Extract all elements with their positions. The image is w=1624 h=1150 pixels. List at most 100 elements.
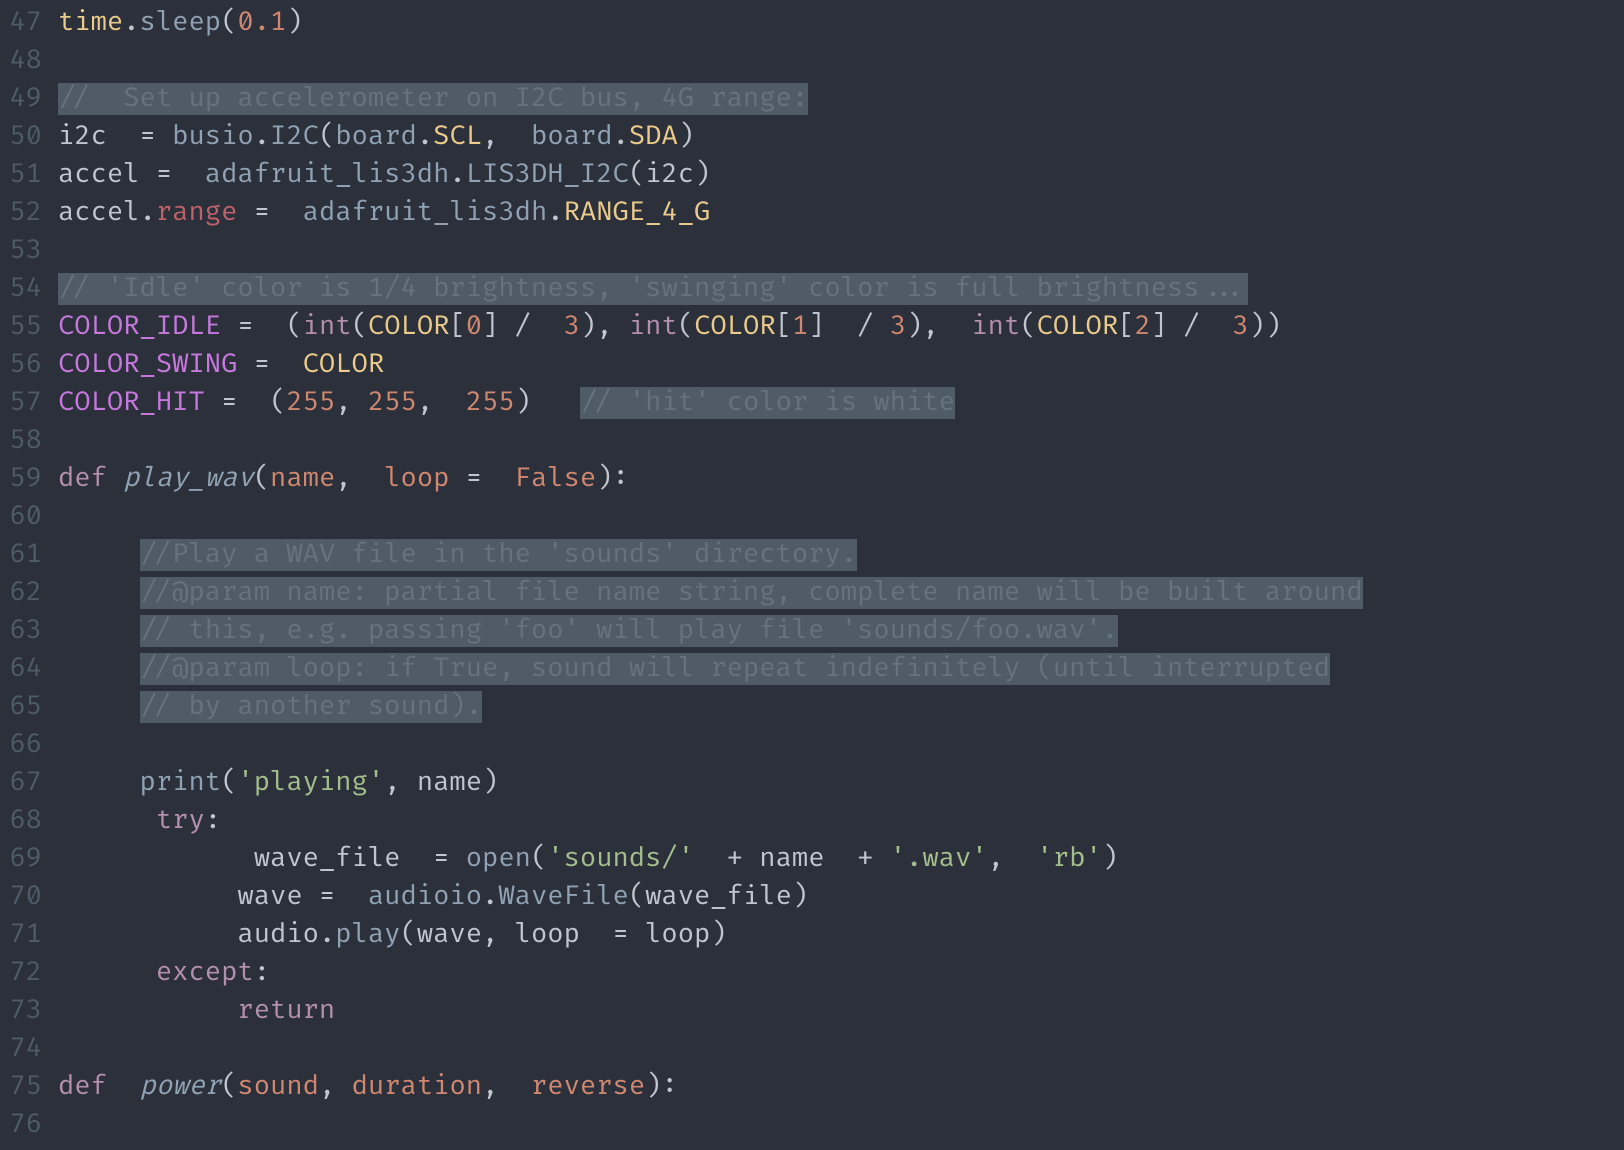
- code-token: 255: [368, 387, 417, 419]
- code-token: [107, 1071, 140, 1103]
- line-number: 47: [0, 4, 48, 42]
- code-token: accel: [58, 159, 140, 191]
- code-token: 0: [466, 311, 482, 343]
- line-number: 74: [0, 1030, 48, 1068]
- line-number: 62: [0, 574, 48, 612]
- code-line[interactable]: [58, 42, 1624, 80]
- code-token: 3: [564, 311, 580, 343]
- code-line[interactable]: i2c = busio.I2C(board.SCL, board.SDA): [58, 118, 1624, 156]
- code-line[interactable]: [58, 422, 1624, 460]
- code-token: 0.1: [237, 7, 286, 39]
- code-token: ,: [988, 843, 1037, 875]
- code-token: ,: [482, 121, 531, 153]
- code-token: range: [156, 197, 238, 229]
- code-area[interactable]: time.sleep(0.1) // Set up accelerometer o…: [48, 0, 1624, 1150]
- code-line[interactable]: audio.play(wave, loop = loop): [58, 916, 1624, 954]
- code-line[interactable]: [58, 1106, 1624, 1144]
- code-token: (: [629, 881, 645, 913]
- code-line[interactable]: // this, e.g. passing 'foo' will play fi…: [58, 612, 1624, 650]
- code-token: (: [319, 121, 335, 153]
- code-line[interactable]: COLOR_HIT = (255, 255, 255) // 'hit' col…: [58, 384, 1624, 422]
- code-token: adafruit_lis3dh: [205, 159, 450, 191]
- code-token: =: [107, 121, 172, 153]
- code-token: =: [303, 881, 368, 913]
- code-line[interactable]: time.sleep(0.1): [58, 4, 1624, 42]
- code-token: busio: [172, 121, 254, 153]
- code-token: 3: [890, 311, 906, 343]
- code-line[interactable]: def power(sound, duration, reverse):: [58, 1068, 1624, 1106]
- code-token: wave: [237, 881, 302, 913]
- code-token: [107, 463, 123, 495]
- code-token: +: [825, 843, 890, 875]
- code-token: loop: [384, 463, 449, 495]
- code-line[interactable]: [58, 726, 1624, 764]
- code-token: .: [417, 121, 433, 153]
- code-token: .: [123, 7, 139, 39]
- line-number: 58: [0, 422, 48, 460]
- line-number: 71: [0, 916, 48, 954]
- code-token: wave: [417, 919, 482, 951]
- code-line[interactable]: // by another sound).: [58, 688, 1624, 726]
- code-token: ): [792, 881, 808, 913]
- code-token: ]: [1151, 311, 1167, 343]
- code-line[interactable]: COLOR_SWING = COLOR: [58, 346, 1624, 384]
- code-token: adafruit_lis3dh: [303, 197, 548, 229]
- code-editor[interactable]: 4748495051525354555657585960616263646566…: [0, 0, 1624, 1150]
- code-token: sound: [237, 1071, 319, 1103]
- code-token: .: [319, 919, 335, 951]
- code-token: .: [613, 121, 629, 153]
- code-token: 'sounds/': [547, 843, 694, 875]
- line-number: 72: [0, 954, 48, 992]
- code-token: open: [466, 843, 531, 875]
- code-line[interactable]: print('playing', name): [58, 764, 1624, 802]
- code-line[interactable]: // Set up accelerometer on I2C bus, 4G r…: [58, 80, 1624, 118]
- code-token: =: [140, 159, 205, 191]
- code-line[interactable]: COLOR_IDLE = (int(COLOR[0] / 3), int(COL…: [58, 308, 1624, 346]
- code-token: ,: [482, 919, 515, 951]
- code-token: [58, 767, 140, 799]
- code-token: /: [498, 311, 563, 343]
- code-line[interactable]: accel = adafruit_lis3dh.LIS3DH_I2C(i2c): [58, 156, 1624, 194]
- code-token: ):: [645, 1071, 678, 1103]
- code-line[interactable]: accel.range = adafruit_lis3dh.RANGE_4_G: [58, 194, 1624, 232]
- code-token: wave_file: [645, 881, 792, 913]
- code-token: 'rb': [1037, 843, 1102, 875]
- code-line[interactable]: [58, 1030, 1624, 1068]
- code-token: [58, 653, 140, 685]
- code-line[interactable]: [58, 498, 1624, 536]
- line-number: 51: [0, 156, 48, 194]
- code-token: name: [417, 767, 482, 799]
- code-token: ): [515, 387, 580, 419]
- code-token: .: [140, 197, 156, 229]
- line-number: 63: [0, 612, 48, 650]
- code-token: .: [547, 197, 563, 229]
- code-line[interactable]: return: [58, 992, 1624, 1030]
- code-line[interactable]: try:: [58, 802, 1624, 840]
- line-number: 75: [0, 1068, 48, 1106]
- line-number: 59: [0, 460, 48, 498]
- code-token: +: [694, 843, 759, 875]
- code-line[interactable]: //@param loop: if True, sound will repea…: [58, 650, 1624, 688]
- code-line[interactable]: [58, 232, 1624, 270]
- line-number: 55: [0, 308, 48, 346]
- line-number: 53: [0, 232, 48, 270]
- code-token: [58, 577, 140, 609]
- code-token: time: [58, 7, 123, 39]
- code-line[interactable]: except:: [58, 954, 1624, 992]
- line-number: 60: [0, 498, 48, 536]
- code-token: ),: [580, 311, 629, 343]
- code-line[interactable]: //@param name: partial file name string,…: [58, 574, 1624, 612]
- line-number: 54: [0, 270, 48, 308]
- code-line[interactable]: wave_file = open('sounds/' + name + '.wa…: [58, 840, 1624, 878]
- code-token: ): [710, 919, 726, 951]
- line-number: 64: [0, 650, 48, 688]
- code-token: I2C: [270, 121, 319, 153]
- code-token: loop: [515, 919, 580, 951]
- code-line[interactable]: //Play a WAV file in the 'sounds' direct…: [58, 536, 1624, 574]
- code-token: SDA: [629, 121, 678, 153]
- code-token: [: [1118, 311, 1134, 343]
- code-line[interactable]: // 'Idle' color is 1/4 brightness, 'swin…: [58, 270, 1624, 308]
- code-token: play: [335, 919, 400, 951]
- code-line[interactable]: def play_wav(name, loop = False):: [58, 460, 1624, 498]
- code-line[interactable]: wave = audioio.WaveFile(wave_file): [58, 878, 1624, 916]
